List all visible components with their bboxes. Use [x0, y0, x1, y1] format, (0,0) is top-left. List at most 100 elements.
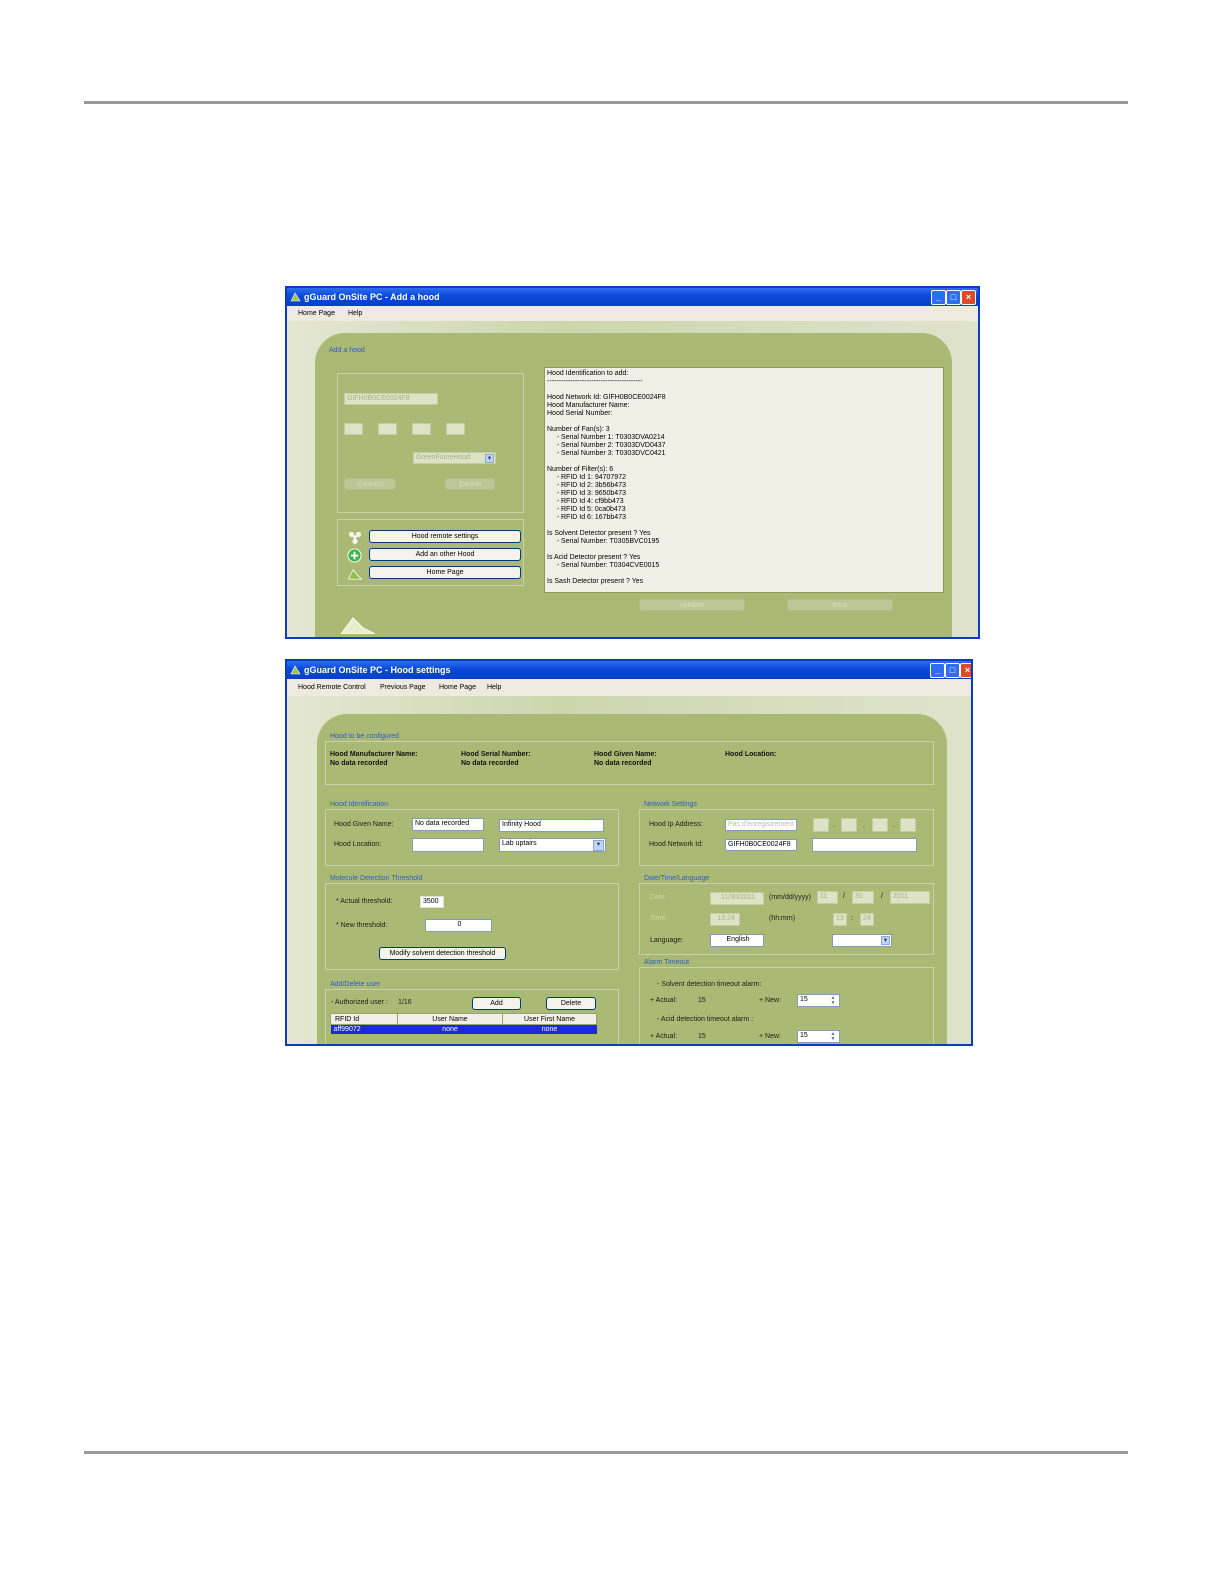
year-value: 2011 [893, 893, 909, 900]
client-area: Hood to be configured Hood Manufacturer … [287, 696, 971, 1044]
delete-user-button[interactable]: Delete [546, 997, 596, 1010]
info-line: - Serial Number 3: T0303DVC0421 [547, 450, 666, 457]
users-section-title: Add/Delete user [330, 981, 381, 988]
chevron-down-icon: ▼ [485, 454, 494, 463]
info-line: - Serial Number: T0305BVC0195 [547, 538, 660, 545]
logo-icon [340, 617, 376, 634]
column-header-user-name[interactable]: User Name [397, 1013, 503, 1025]
info-line: - RFID Id 6: 167bb473 [547, 514, 626, 521]
add-other-hood-button[interactable]: Add an other Hood [369, 548, 521, 561]
maximize-icon[interactable]: □ [946, 290, 961, 305]
code-field-2[interactable] [378, 423, 397, 435]
info-line: - Serial Number: T0304CVE0015 [547, 562, 660, 569]
ip-octet-2[interactable] [841, 818, 857, 832]
solvent-actual-label: + Actual: [650, 997, 678, 1004]
column-header-first-name[interactable]: User First Name [502, 1013, 597, 1025]
hood-type-select[interactable]: GreenFumeHood ▼ [413, 452, 496, 464]
time-field[interactable]: 13:24 [710, 913, 740, 926]
info-line: - RFID Id 4: cf9bb473 [547, 498, 624, 505]
info-line: Hood Network Id: GIFH0B0CE0024F8 [547, 394, 666, 401]
close-icon[interactable]: × [960, 663, 971, 678]
info-line: Number of Filter(s): 6 [547, 466, 614, 473]
acid-timeout-label: - Acid detection timeout alarm : [657, 1016, 754, 1023]
menu-help[interactable]: Help [487, 679, 501, 696]
day-spinner[interactable]: 30 [852, 891, 874, 904]
given-name-current-field[interactable]: No data recorded [412, 818, 484, 831]
ip-dot: . [833, 822, 835, 829]
ip-octet-3[interactable] [872, 818, 888, 832]
network-id-new-field[interactable] [812, 838, 917, 852]
spinner-arrows-icon[interactable]: ▲ ▼ [830, 996, 836, 1006]
info-line [547, 570, 941, 578]
maximize-icon[interactable]: □ [945, 663, 960, 678]
hood-info-panel: Hood Identification to add: -------------… [544, 367, 944, 593]
location-current-field[interactable] [412, 838, 484, 852]
hour-field[interactable]: 13 [833, 913, 847, 926]
menu-help[interactable]: Help [348, 306, 362, 321]
home-icon [347, 569, 363, 580]
manufacturer-value: No data recorded [330, 760, 388, 767]
menu-home-page[interactable]: Home Page [298, 306, 335, 321]
ip-dot: . [893, 822, 895, 829]
menu-home-page[interactable]: Home Page [439, 679, 476, 696]
menu-hood-remote-control[interactable]: Hood Remote Control [298, 679, 366, 696]
solvent-new-spinner[interactable]: 15 ▲ ▼ [797, 994, 840, 1007]
info-line: Hood Manufacturer Name: [547, 402, 630, 409]
chevron-down-icon[interactable]: ▼ [593, 840, 604, 851]
user-name-cell: none [397, 1024, 503, 1034]
minimize-icon[interactable]: _ [931, 290, 946, 305]
given-name-new-field[interactable]: Infinity Hood [499, 819, 604, 832]
acid-actual-value: 15 [698, 1033, 706, 1040]
datetime-section-title: Date/Time/Language [644, 875, 710, 882]
hood-remote-settings-button[interactable]: Hood remote settings [369, 530, 521, 543]
network-section-title: Network Settings [644, 801, 697, 808]
solvent-new-value: 15 [800, 996, 808, 1003]
info-line: - Serial Number 2: T0303DVD0437 [547, 442, 666, 449]
language-select[interactable]: ▼ [832, 934, 892, 947]
validate-button[interactable]: Validate [639, 599, 745, 611]
rfid-cell: aff99072 [330, 1024, 398, 1034]
ip-octet-4[interactable] [900, 818, 916, 832]
code-field-3[interactable] [412, 423, 431, 435]
add-user-button[interactable]: Add [472, 997, 521, 1010]
network-id-field[interactable]: GIFH0B0CE0024F8 [344, 393, 438, 405]
client-area: Add a hood GIFH0B0CE0024F8 GreenFumeHood… [287, 321, 978, 637]
table-row[interactable]: aff99072 none none [330, 1024, 597, 1034]
network-id-field[interactable]: GIFH0B0CE0024F8 [725, 839, 797, 851]
menu-previous-page[interactable]: Previous Page [380, 679, 426, 696]
ip-address-field[interactable]: Pas d'enregistrement [725, 819, 797, 831]
connect-button[interactable]: Connect [344, 478, 396, 490]
title-bar: gGuard OnSite PC - Hood settings _ □ × [287, 661, 971, 679]
hood-location-label: Hood Location: [334, 841, 382, 848]
info-line: Hood Identification to add: [547, 370, 629, 377]
column-header-rfid[interactable]: RFID Id [330, 1013, 398, 1025]
new-threshold-field[interactable]: 0 [425, 919, 492, 932]
fan-icon [348, 531, 362, 544]
alarm-group [639, 967, 934, 1044]
date-separator: / [881, 893, 883, 900]
hood-type-value: GreenFumeHood [416, 454, 471, 461]
location-select[interactable]: Lab uptairs ▼ [499, 838, 606, 852]
ip-address-label: Hood Ip Address: [649, 821, 703, 828]
alarm-section-title: Alarm Timeout [644, 959, 690, 966]
month-spinner[interactable]: 11 [817, 891, 838, 904]
footer-rule [84, 1451, 1128, 1454]
given-name-value: No data recorded [594, 760, 652, 767]
minimize-icon[interactable]: _ [930, 663, 945, 678]
year-spinner[interactable]: 2011 [890, 891, 930, 904]
spinner-arrows-icon[interactable]: ▲ ▼ [830, 1032, 836, 1042]
code-field-4[interactable] [446, 423, 465, 435]
minute-field[interactable]: 24 [860, 913, 874, 926]
modify-threshold-button[interactable]: Modify solvent detection threshold [379, 947, 506, 960]
info-line [547, 386, 941, 394]
date-field[interactable]: 11/30/2011 [710, 892, 764, 905]
acid-new-spinner[interactable]: 15 ▲ ▼ [797, 1030, 840, 1043]
network-id-label: Hood Network Id: [649, 841, 704, 848]
back-button[interactable]: Back [787, 599, 893, 611]
chevron-down-icon[interactable]: ▼ [881, 936, 890, 945]
home-page-button[interactable]: Home Page [369, 566, 521, 579]
cancel-button[interactable]: Cancel [445, 478, 495, 490]
code-field-1[interactable] [344, 423, 363, 435]
ip-octet-1[interactable] [813, 818, 829, 832]
close-icon[interactable]: × [961, 290, 976, 305]
